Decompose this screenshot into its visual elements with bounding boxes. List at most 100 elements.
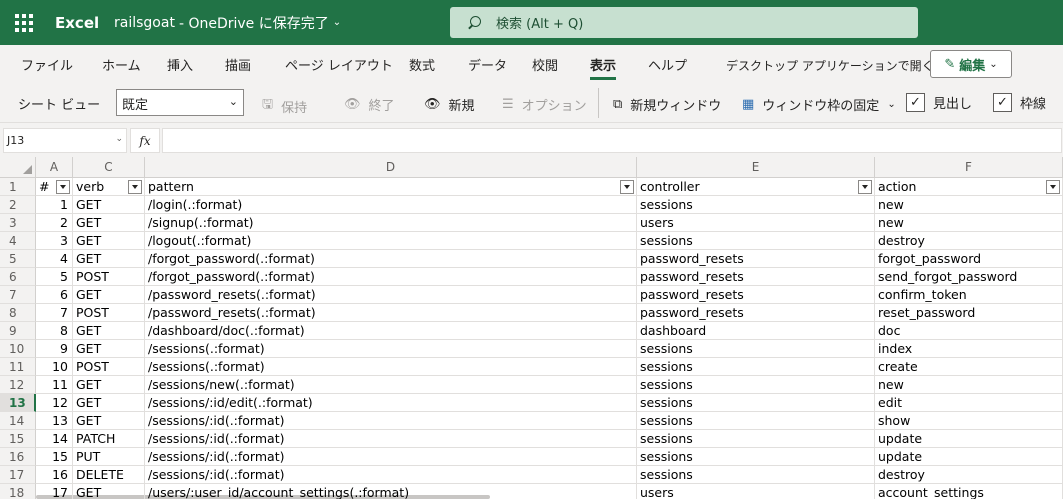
table-cell[interactable]: GET <box>73 232 145 250</box>
row-header[interactable]: 14 <box>0 412 36 430</box>
filter-dropdown-icon[interactable] <box>56 180 70 194</box>
column-header-a[interactable]: A <box>36 157 73 178</box>
table-cell[interactable]: 8 <box>36 322 73 340</box>
table-cell[interactable]: account_settings <box>875 484 1063 499</box>
table-cell[interactable]: reset_password <box>875 304 1063 322</box>
table-cell[interactable]: /sessions(.:format) <box>145 358 637 376</box>
formula-input[interactable] <box>162 128 1062 153</box>
table-cell[interactable]: /logout(.:format) <box>145 232 637 250</box>
table-cell[interactable]: GET <box>73 340 145 358</box>
row-header[interactable]: 2 <box>0 196 36 214</box>
table-cell[interactable]: 13 <box>36 412 73 430</box>
table-cell[interactable]: password_resets <box>637 286 875 304</box>
edit-mode-button[interactable]: ✎ 編集 ⌄ <box>930 50 1012 78</box>
table-cell[interactable]: sessions <box>637 394 875 412</box>
table-cell[interactable]: 15 <box>36 448 73 466</box>
table-cell[interactable]: new <box>875 214 1063 232</box>
table-cell[interactable]: password_resets <box>637 250 875 268</box>
filter-dropdown-icon[interactable] <box>1046 180 1060 194</box>
gridlines-toggle[interactable]: ✓ 枠線 <box>993 93 1046 112</box>
table-cell[interactable]: 11 <box>36 376 73 394</box>
table-cell[interactable]: /password_resets(.:format) <box>145 286 637 304</box>
table-cell[interactable]: /forgot_password(.:format) <box>145 268 637 286</box>
sheet-view-select[interactable]: 既定 ⌄ <box>116 89 244 116</box>
table-cell[interactable]: /users/:user_id/account_settings(.:forma… <box>145 484 637 499</box>
options-button[interactable]: ☰ オプション <box>502 95 587 114</box>
table-cell[interactable]: /sessions(.:format) <box>145 340 637 358</box>
keep-button[interactable]: 🖫 保持 <box>262 95 307 117</box>
row-header[interactable]: 11 <box>0 358 36 376</box>
table-header-cell[interactable]: pattern <box>145 178 637 196</box>
table-cell[interactable]: /forgot_password(.:format) <box>145 250 637 268</box>
document-title[interactable]: railsgoat - OneDrive に保存完了 ⌄ <box>114 13 341 33</box>
table-cell[interactable]: POST <box>73 268 145 286</box>
column-header-e[interactable]: E <box>637 157 875 178</box>
table-cell[interactable]: new <box>875 196 1063 214</box>
table-cell[interactable]: 6 <box>36 286 73 304</box>
filter-dropdown-icon[interactable] <box>128 180 142 194</box>
table-cell[interactable]: create <box>875 358 1063 376</box>
table-header-cell[interactable]: action <box>875 178 1063 196</box>
name-box[interactable]: J13 ⌄ <box>3 128 127 153</box>
search-input[interactable]: 検索 (Alt + Q) <box>450 7 918 38</box>
table-cell[interactable]: doc <box>875 322 1063 340</box>
table-cell[interactable]: /password_resets(.:format) <box>145 304 637 322</box>
table-cell[interactable]: confirm_token <box>875 286 1063 304</box>
select-all-corner[interactable] <box>0 157 36 178</box>
row-header[interactable]: 18 <box>0 484 36 499</box>
table-cell[interactable]: GET <box>73 376 145 394</box>
row-header[interactable]: 16 <box>0 448 36 466</box>
row-header[interactable]: 9 <box>0 322 36 340</box>
table-cell[interactable]: GET <box>73 250 145 268</box>
row-header[interactable]: 6 <box>0 268 36 286</box>
app-name[interactable]: Excel <box>55 14 105 32</box>
headings-toggle[interactable]: ✓ 見出し <box>906 93 972 112</box>
table-cell[interactable]: 10 <box>36 358 73 376</box>
row-header[interactable]: 15 <box>0 430 36 448</box>
open-in-desktop-button[interactable]: デスクトップ アプリケーションで開く <box>726 57 934 74</box>
row-header[interactable]: 13 <box>0 394 36 412</box>
row-header[interactable]: 5 <box>0 250 36 268</box>
tab-page-layout[interactable]: ページ レイアウト <box>285 55 393 74</box>
table-cell[interactable]: GET <box>73 394 145 412</box>
table-cell[interactable]: sessions <box>637 376 875 394</box>
app-launcher-icon[interactable] <box>0 0 47 45</box>
table-cell[interactable]: sessions <box>637 358 875 376</box>
freeze-panes-button[interactable]: ▦ ウィンドウ枠の固定 ⌄ <box>742 95 896 114</box>
column-header-f[interactable]: F <box>875 157 1063 178</box>
table-cell[interactable]: show <box>875 412 1063 430</box>
table-cell[interactable]: edit <box>875 394 1063 412</box>
tab-data[interactable]: データ <box>468 55 507 74</box>
table-cell[interactable]: DELETE <box>73 466 145 484</box>
table-cell[interactable]: dashboard <box>637 322 875 340</box>
table-cell[interactable]: /sessions/:id(.:format) <box>145 412 637 430</box>
table-cell[interactable]: forgot_password <box>875 250 1063 268</box>
table-cell[interactable]: 3 <box>36 232 73 250</box>
table-cell[interactable]: sessions <box>637 196 875 214</box>
tab-insert[interactable]: 挿入 <box>167 55 193 74</box>
table-cell[interactable]: GET <box>73 286 145 304</box>
table-cell[interactable]: password_resets <box>637 304 875 322</box>
row-header[interactable]: 7 <box>0 286 36 304</box>
table-cell[interactable]: password_resets <box>637 268 875 286</box>
table-cell[interactable]: sessions <box>637 412 875 430</box>
table-cell[interactable]: GET <box>73 196 145 214</box>
table-cell[interactable]: GET <box>73 484 145 499</box>
table-cell[interactable]: 16 <box>36 466 73 484</box>
table-cell[interactable]: 4 <box>36 250 73 268</box>
new-window-button[interactable]: ⧉ 新規ウィンドウ <box>613 95 721 114</box>
row-header[interactable]: 4 <box>0 232 36 250</box>
table-cell[interactable]: 7 <box>36 304 73 322</box>
table-cell[interactable]: 9 <box>36 340 73 358</box>
table-cell[interactable]: GET <box>73 412 145 430</box>
table-cell[interactable]: 5 <box>36 268 73 286</box>
table-cell[interactable]: /sessions/new(.:format) <box>145 376 637 394</box>
table-cell[interactable]: sessions <box>637 340 875 358</box>
table-cell[interactable]: /sessions/:id(.:format) <box>145 466 637 484</box>
column-header-c[interactable]: C <box>73 157 145 178</box>
table-cell[interactable]: sessions <box>637 430 875 448</box>
table-cell[interactable]: sessions <box>637 466 875 484</box>
row-header[interactable]: 1 <box>0 178 36 196</box>
filter-dropdown-icon[interactable] <box>858 180 872 194</box>
tab-review[interactable]: 校閲 <box>532 55 558 74</box>
